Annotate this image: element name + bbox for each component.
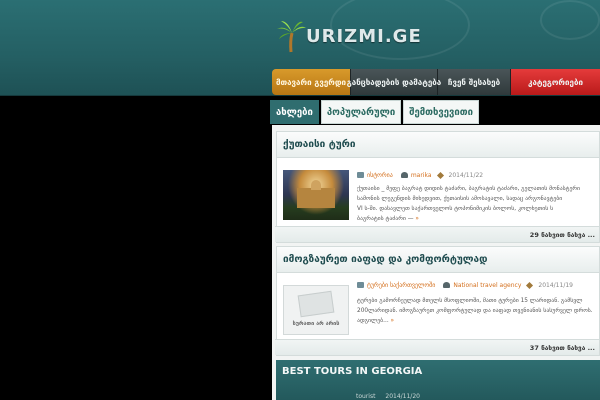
excerpt-line: VI ს-ში. დასავლეთ საქართველოს ტოპონიმიკი… — [357, 206, 554, 212]
tab-popular[interactable]: პოპულარული — [320, 100, 402, 124]
nav-item-about[interactable]: ჩვენ შესახებ — [438, 69, 511, 95]
site-header: URIZMI.GE მთავარი გვერდი განცხადების დამ… — [0, 0, 600, 96]
post-thumbnail[interactable] — [283, 170, 349, 220]
post-excerpt: ტურები გამორჩეულად მთელს მსოფლიოში, მათი… — [357, 296, 600, 326]
excerpt-line: ქუთაისი _ მეფე ბაგრატ დიდის ტაძარი, ბაგრ… — [357, 186, 581, 192]
tag-icon — [357, 282, 364, 288]
palm-tree-icon — [276, 19, 306, 53]
post-excerpt: ქუთაისი _ მეფე ბაგრატ დიდის ტაძარი, ბაგრ… — [357, 184, 600, 224]
post-author[interactable]: marika — [411, 172, 432, 179]
main-nav: მთავარი გვერდი განცხადების დამატება ჩვენ… — [272, 69, 600, 95]
post-thumbnail-placeholder[interactable]: სურათი არ არის — [283, 285, 349, 335]
post-author[interactable]: National travel agency — [453, 282, 521, 289]
pen-icon — [526, 281, 534, 289]
cathedral-dome — [311, 180, 321, 190]
post-views[interactable]: 29 ნახვით ნახვა ... — [275, 226, 599, 242]
tab-random[interactable]: შემთხვევითი — [403, 100, 479, 124]
post-meta: ისტორია marika 2014/11/22 — [357, 169, 483, 181]
post-title[interactable]: იმოგზაურეთ იაფად და კომფორტულად — [277, 247, 599, 273]
excerpt-line: 200ლარიდან. იმოგზაურეთ კომფორტულად და ია… — [357, 308, 593, 314]
site-logo[interactable]: URIZMI.GE — [276, 18, 422, 54]
post-views[interactable]: 37 ნახვით ნახვა ... — [275, 339, 599, 355]
decorative-swirl — [540, 0, 600, 40]
cathedral-shape — [297, 188, 335, 208]
excerpt-line: სამონის ლეგენდის მიხედვით, ქუთაისის ამოს… — [357, 196, 563, 202]
post-title[interactable]: ქუთაისი ტური — [277, 132, 599, 158]
post-date: 2014/11/19 — [538, 281, 573, 289]
excerpt-line: ბაგრატის ტაძარი — — [357, 216, 414, 222]
no-image-label: სურათი არ არის — [292, 321, 340, 327]
post-meta: ტურები საქართველოში National travel agen… — [357, 279, 573, 291]
post-meta: tourist 2014/11/20 — [356, 393, 420, 400]
nav-item-categories[interactable]: კატეგორიები — [511, 69, 600, 95]
post-tabs: ახლები პოპულარული შემთხვევითი — [270, 100, 481, 124]
logo-text: URIZMI.GE — [306, 25, 422, 47]
post-card: ქუთაისი ტური ისტორია marika 2014/11/22 ქ… — [275, 131, 600, 243]
user-icon — [443, 282, 451, 288]
excerpt-line: ტურები გამორჩეულად მთელს მსოფლიოში, მათი… — [357, 298, 583, 304]
tab-new[interactable]: ახლები — [270, 100, 319, 124]
nav-item-home[interactable]: მთავარი გვერდი — [272, 69, 351, 95]
post-date: 2014/11/22 — [448, 171, 484, 179]
post-category[interactable]: ისტორია — [367, 172, 393, 179]
post-card: BEST TOURS IN GEORGIA tourist 2014/11/20 — [276, 360, 600, 400]
post-category[interactable]: ტურები საქართველოში — [367, 282, 435, 289]
read-more-link[interactable]: » — [391, 318, 395, 324]
post-author[interactable]: tourist — [356, 393, 375, 400]
pen-icon — [436, 171, 444, 179]
post-date: 2014/11/20 — [385, 393, 420, 400]
post-title[interactable]: BEST TOURS IN GEORGIA — [282, 366, 422, 377]
nav-item-add-listing[interactable]: განცხადების დამატება — [347, 69, 441, 95]
user-icon — [400, 172, 408, 178]
tag-icon — [357, 172, 364, 178]
excerpt-line: ადგილებ... — [357, 318, 389, 324]
read-more-link[interactable]: » — [415, 216, 419, 222]
post-card: იმოგზაურეთ იაფად და კომფორტულად ტურები ს… — [275, 246, 600, 356]
image-placeholder-icon — [297, 290, 335, 318]
